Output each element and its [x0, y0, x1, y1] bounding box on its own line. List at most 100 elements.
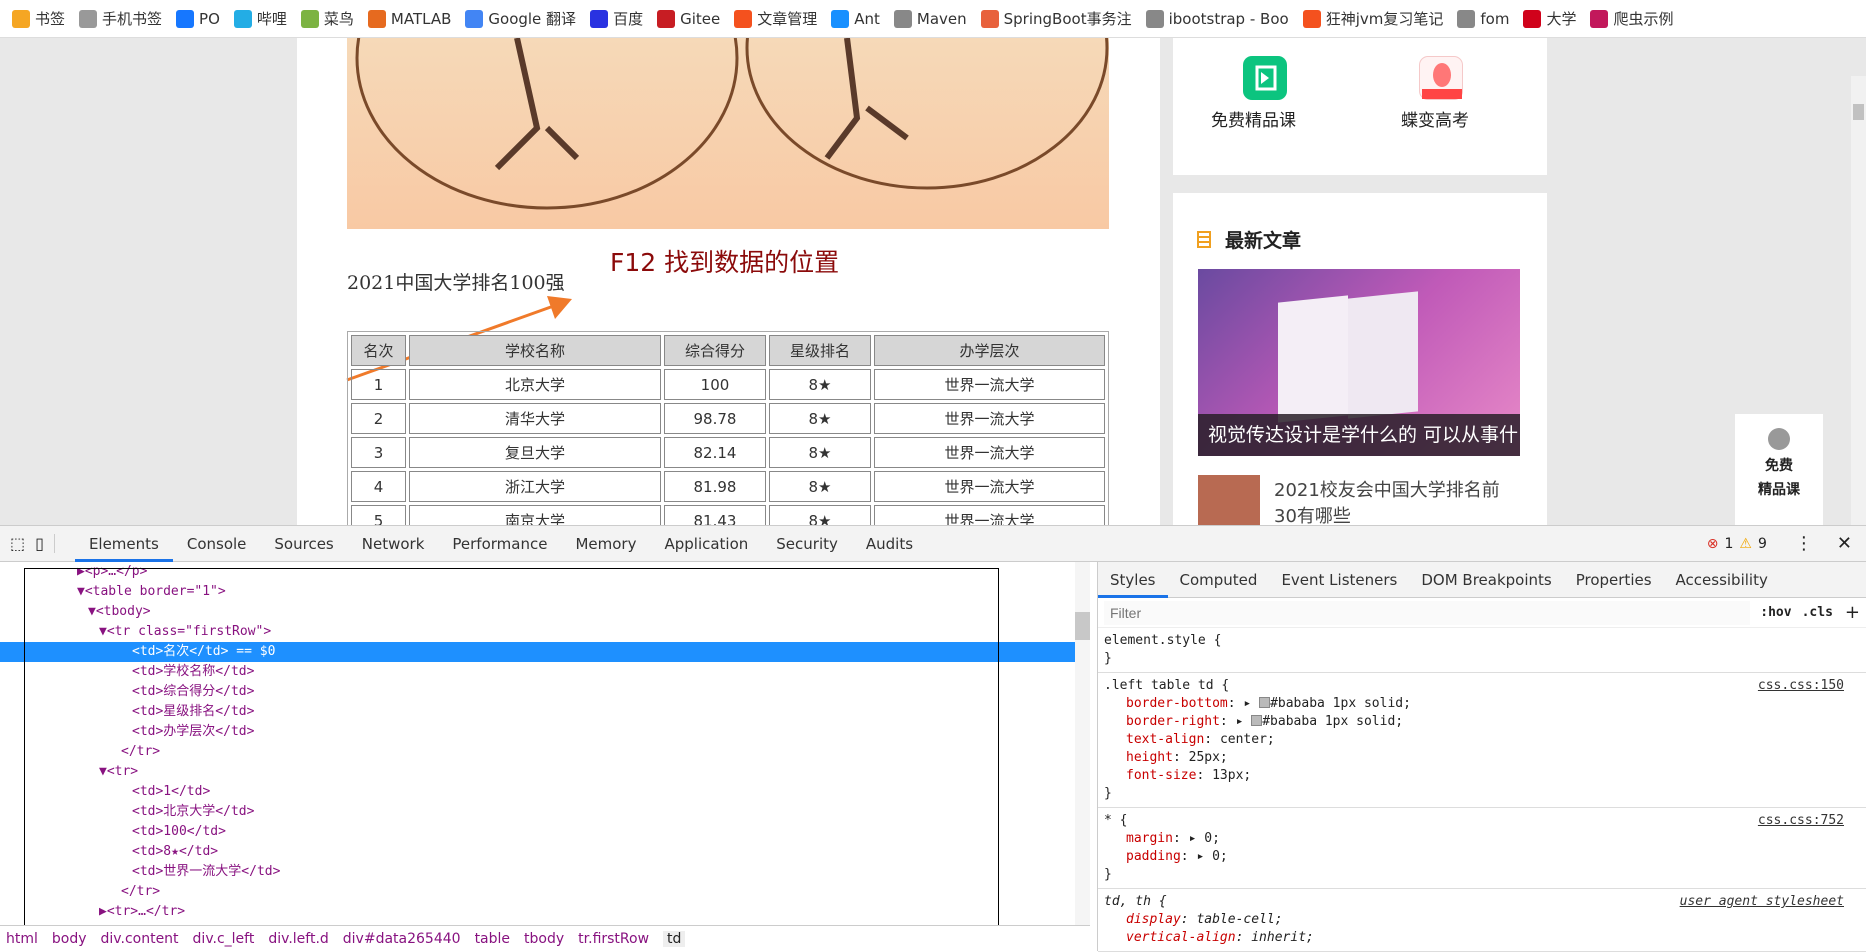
breadcrumb-item[interactable]: div#data265440: [343, 931, 461, 947]
bookmark-item[interactable]: 手机书签: [79, 8, 162, 29]
breadcrumb-item[interactable]: tr.firstRow: [578, 931, 649, 947]
dom-node[interactable]: <td>1</td>: [0, 782, 1085, 802]
dom-node[interactable]: ▶<p>…</p>: [0, 562, 1085, 582]
styles-subtab[interactable]: Event Listeners: [1269, 562, 1409, 598]
bookmark-item[interactable]: Gitee: [657, 9, 720, 28]
bookmark-item[interactable]: 菜鸟: [300, 8, 354, 29]
css-selector[interactable]: * {: [1104, 812, 1860, 830]
warning-count[interactable]: 9: [1758, 536, 1767, 552]
breadcrumb-item[interactable]: body: [52, 931, 87, 947]
dom-node[interactable]: ▶<tr>…</tr>: [0, 902, 1085, 922]
dom-node[interactable]: <td>8★</td>: [0, 842, 1085, 862]
styles-subtab[interactable]: DOM Breakpoints: [1409, 562, 1563, 598]
breadcrumb-item[interactable]: html: [6, 931, 38, 947]
color-swatch[interactable]: [1251, 715, 1263, 726]
dom-node[interactable]: <td>办学层次</td>: [0, 722, 1085, 742]
float-course-button[interactable]: 免费 精品课: [1735, 414, 1823, 525]
featured-article[interactable]: 视觉传达设计是学什么的 可以从事什: [1198, 269, 1520, 456]
devtools-tab-performance[interactable]: Performance: [438, 526, 561, 562]
dom-node[interactable]: <td>综合得分</td>: [0, 682, 1085, 702]
expand-arrow-icon[interactable]: ▶: [99, 904, 107, 919]
dom-node[interactable]: <td>星级排名</td>: [0, 702, 1085, 722]
error-count[interactable]: 1: [1725, 536, 1734, 552]
bookmark-item[interactable]: SpringBoot事务注: [980, 8, 1132, 29]
dom-node[interactable]: <td>学校名称</td>: [0, 662, 1085, 682]
bookmark-item[interactable]: 文章管理: [734, 8, 817, 29]
breadcrumb-item[interactable]: div.left.d: [268, 931, 328, 947]
css-property[interactable]: display: table-cell;: [1104, 911, 1860, 929]
error-icon[interactable]: ⊗: [1707, 536, 1719, 552]
devtools-tab-memory[interactable]: Memory: [561, 526, 650, 562]
styles-subtab[interactable]: Styles: [1098, 562, 1168, 598]
styles-subtab[interactable]: Accessibility: [1664, 562, 1780, 598]
collapse-arrow-icon[interactable]: ▼: [88, 604, 96, 619]
dom-node[interactable]: <td>世界一流大学</td>: [0, 862, 1085, 882]
expand-arrow-icon[interactable]: ▶: [77, 564, 85, 579]
bookmark-item[interactable]: 书签: [12, 8, 65, 29]
breadcrumb-item[interactable]: td: [663, 930, 686, 947]
app-label[interactable]: 蝶变高考: [1401, 106, 1469, 131]
css-property[interactable]: margin: ▸ 0;: [1104, 830, 1860, 848]
close-icon[interactable]: ✕: [1837, 533, 1852, 554]
css-source-link[interactable]: css.css:150: [1758, 677, 1844, 695]
dom-node[interactable]: </tr>: [0, 882, 1085, 902]
bookmark-item[interactable]: 爬虫示例: [1590, 8, 1673, 29]
collapse-arrow-icon[interactable]: ▼: [99, 624, 107, 639]
elements-scrollbar[interactable]: [1075, 562, 1090, 925]
bookmark-item[interactable]: Google 翻译: [465, 8, 576, 29]
breadcrumb-item[interactable]: table: [475, 931, 510, 947]
color-swatch[interactable]: [1259, 697, 1271, 708]
gaokao-app-icon[interactable]: [1419, 56, 1463, 100]
devtools-tab-security[interactable]: Security: [762, 526, 852, 562]
breadcrumb-item[interactable]: tbody: [524, 931, 564, 947]
warning-icon[interactable]: ⚠: [1739, 536, 1752, 552]
dom-node[interactable]: </tr>: [0, 742, 1085, 762]
app-label[interactable]: 免费精品课: [1211, 106, 1296, 131]
bookmark-item[interactable]: MATLAB: [367, 9, 451, 28]
article-thumbnail[interactable]: [1198, 475, 1260, 525]
css-property[interactable]: border-right: ▸ #bababa 1px solid;: [1104, 713, 1860, 731]
breadcrumb-item[interactable]: div.c_left: [193, 931, 255, 947]
css-source-link[interactable]: css.css:752: [1758, 812, 1844, 830]
breadcrumb-item[interactable]: div.content: [101, 931, 179, 947]
collapse-arrow-icon[interactable]: ▼: [99, 764, 107, 779]
dom-node[interactable]: <td>100</td>: [0, 822, 1085, 842]
css-property[interactable]: font-size: 13px;: [1104, 767, 1860, 785]
devtools-tab-audits[interactable]: Audits: [852, 526, 927, 562]
css-property[interactable]: height: 25px;: [1104, 749, 1860, 767]
css-selector[interactable]: .left table td {: [1104, 677, 1860, 695]
dom-node[interactable]: ▼<table border="1">: [0, 582, 1085, 602]
dom-node[interactable]: ▼<tbody>: [0, 602, 1085, 622]
page-scrollbar[interactable]: [1851, 76, 1866, 525]
bookmark-item[interactable]: 大学: [1523, 8, 1576, 29]
bookmark-item[interactable]: 狂神jvm复习笔记: [1302, 8, 1443, 29]
cls-toggle[interactable]: .cls: [1802, 605, 1833, 620]
inspect-element-icon[interactable]: ⬚: [0, 534, 35, 553]
bookmark-item[interactable]: fom: [1457, 9, 1509, 28]
css-property[interactable]: text-align: center;: [1104, 731, 1860, 749]
styles-subtab[interactable]: Computed: [1168, 562, 1270, 598]
dom-node[interactable]: ▼<tr class="firstRow">: [0, 622, 1085, 642]
css-property[interactable]: padding: ▸ 0;: [1104, 848, 1860, 866]
article-link[interactable]: 2021校友会中国大学排名前30有哪些: [1274, 478, 1514, 525]
devtools-tab-application[interactable]: Application: [650, 526, 762, 562]
bookmark-item[interactable]: Ant: [831, 9, 880, 28]
hov-toggle[interactable]: :hov: [1760, 605, 1791, 620]
add-rule-icon[interactable]: +: [1845, 602, 1860, 623]
styles-filter-input[interactable]: [1104, 600, 1751, 625]
devtools-tab-elements[interactable]: Elements: [74, 526, 173, 562]
css-property[interactable]: vertical-align: inherit;: [1104, 929, 1860, 947]
dom-node[interactable]: ▼<tr>: [0, 762, 1085, 782]
bookmark-item[interactable]: ibootstrap - Boo: [1145, 9, 1289, 28]
bookmark-item[interactable]: Maven: [893, 9, 967, 28]
bookmark-item[interactable]: PO: [176, 9, 220, 28]
styles-subtab[interactable]: Properties: [1564, 562, 1664, 598]
bookmark-item[interactable]: 哔哩: [233, 8, 287, 29]
devtools-tab-console[interactable]: Console: [173, 526, 261, 562]
device-toolbar-icon[interactable]: ▯: [35, 534, 55, 553]
dom-node[interactable]: <td>北京大学</td>: [0, 802, 1085, 822]
css-source-link[interactable]: user agent stylesheet: [1680, 893, 1844, 911]
devtools-tab-network[interactable]: Network: [348, 526, 439, 562]
collapse-arrow-icon[interactable]: ▼: [77, 584, 85, 599]
dom-node[interactable]: <td>名次</td> == $0: [0, 642, 1085, 662]
